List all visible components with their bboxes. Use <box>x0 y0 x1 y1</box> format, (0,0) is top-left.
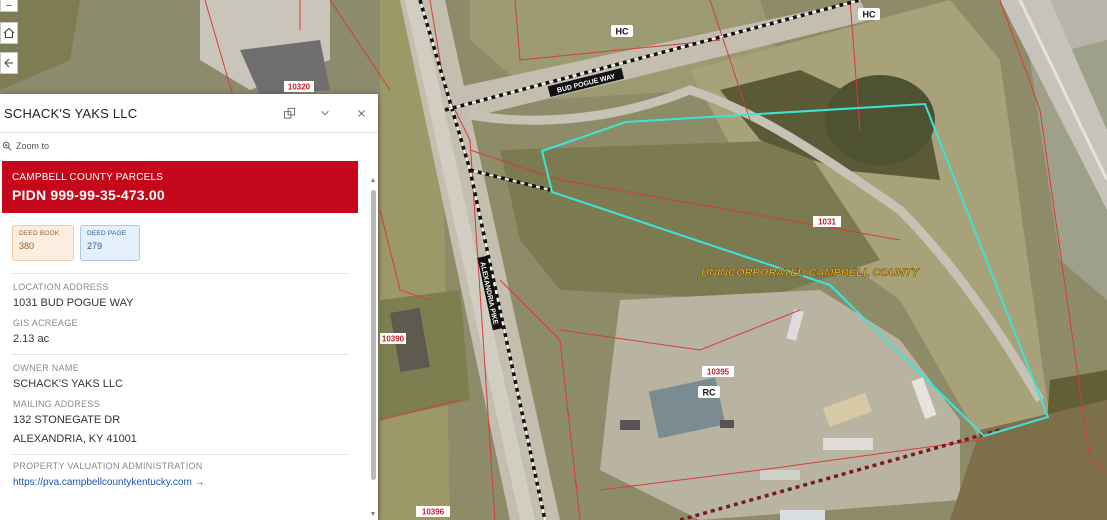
svg-text:10395: 10395 <box>707 368 730 377</box>
minus-icon: − <box>5 0 13 12</box>
owner-name-label: OWNER NAME <box>13 363 79 373</box>
parcel-header-box: CAMPBELL COUNTY PARCELS PIDN 999-99-35-4… <box>2 161 358 213</box>
scrollbar-thumb[interactable] <box>371 190 376 480</box>
mailing-address-line1: 132 STONEGATE DR <box>13 414 121 426</box>
deed-page-value: 279 <box>87 241 103 251</box>
mailing-address-line2: ALEXANDRIA, KY 41001 <box>13 433 137 445</box>
deed-book-badge: DEED BOOK 380 <box>12 225 74 261</box>
popup-header: SCHACK'S YAKS LLC <box>0 94 378 133</box>
zoom-to-label: Zoom to <box>16 141 50 151</box>
parcel-label-10320: 10320 <box>284 81 314 92</box>
divider <box>12 454 348 455</box>
gis-acreage-value: 2.13 ac <box>13 333 50 345</box>
mailing-address-label: MAILING ADDRESS <box>13 399 101 409</box>
map-toolbar: − <box>0 0 20 82</box>
deed-badges: DEED BOOK 380 DEED PAGE 279 <box>0 213 378 261</box>
zoom-in-icon <box>2 141 12 151</box>
home-icon <box>3 27 15 39</box>
dock-button[interactable] <box>276 100 302 126</box>
location-address-label: LOCATION ADDRESS <box>13 282 109 292</box>
popup-title: SCHACK'S YAKS LLC <box>4 105 138 121</box>
zoning-label-hc-1: HC <box>611 25 633 37</box>
svg-text:1031: 1031 <box>818 218 836 227</box>
scroll-down-icon[interactable]: ▼ <box>369 511 377 518</box>
chevron-down-icon <box>321 110 329 116</box>
pva-link[interactable]: https://pva.campbellcountykentucky.com → <box>0 477 378 488</box>
svg-text:HC: HC <box>863 10 876 20</box>
collapse-button[interactable] <box>312 100 338 126</box>
owner-name-value: SCHACK'S YAKS LLC <box>13 378 123 390</box>
home-button[interactable] <box>0 22 18 44</box>
zoom-to-action[interactable]: Zoom to <box>0 133 378 159</box>
svg-text:10320: 10320 <box>288 83 311 92</box>
deed-page-label: DEED PAGE <box>87 230 127 237</box>
gis-acreage-label: GIS ACREAGE <box>13 318 78 328</box>
close-button[interactable] <box>348 100 374 126</box>
back-button[interactable] <box>0 52 18 74</box>
scroll-up-icon[interactable]: ▲ <box>369 177 377 184</box>
divider <box>12 273 348 274</box>
zoom-out-button[interactable]: − <box>0 0 18 12</box>
svg-text:10390: 10390 <box>382 335 405 344</box>
pva-label: PROPERTY VALUATION ADMINISTRATION <box>13 461 203 471</box>
parcel-label-10390: 10390 <box>380 333 406 344</box>
parcel-label-10395: 10395 <box>702 366 734 377</box>
parcel-label-1031: 1031 <box>813 216 841 227</box>
zoning-label-rc: RC <box>698 386 720 398</box>
arrow-left-icon <box>4 58 13 68</box>
feature-popup: SCHACK'S YAKS LLC Zoom to CAMPBELL COUNT… <box>0 94 378 520</box>
pidn-value: PIDN 999-99-35-473.00 <box>12 186 165 203</box>
svg-text:RC: RC <box>703 388 716 398</box>
deed-book-label: DEED BOOK <box>19 230 60 237</box>
dock-icon <box>283 107 295 119</box>
parcel-label-10396: 10396 <box>416 506 450 517</box>
location-address-value: 1031 BUD POGUE WAY <box>13 297 134 309</box>
svg-text:HC: HC <box>616 27 629 37</box>
layer-name: CAMPBELL COUNTY PARCELS <box>12 171 164 183</box>
divider <box>12 354 348 355</box>
area-label-unincorporated: UNINCORPORATED CAMPBELL COUNTY <box>701 267 920 279</box>
deed-book-value: 380 <box>19 241 35 251</box>
zoning-label-hc-2: HC <box>858 8 880 20</box>
close-icon <box>357 109 365 117</box>
deed-page-badge: DEED PAGE 279 <box>80 225 140 261</box>
svg-text:10396: 10396 <box>422 508 445 517</box>
